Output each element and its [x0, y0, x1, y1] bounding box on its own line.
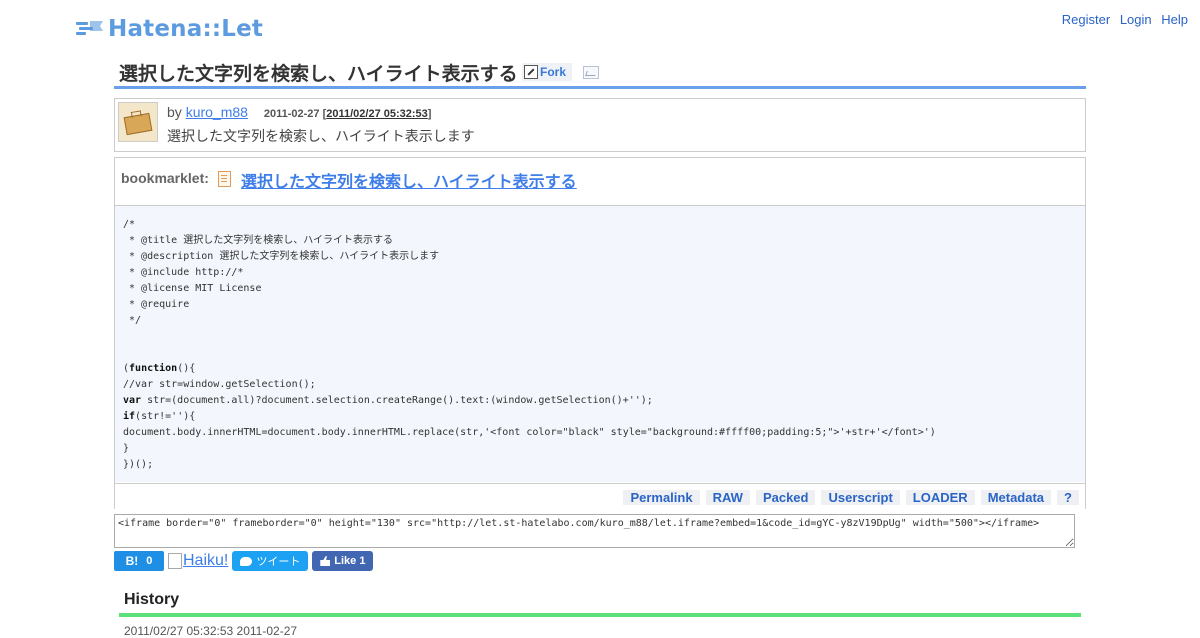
fork-button[interactable]: Fork: [522, 63, 573, 81]
post-date-text: 2011-02-27: [263, 108, 320, 120]
hatena-bookmark-count: 0: [146, 555, 153, 567]
loader-button[interactable]: LOADER: [905, 490, 975, 505]
bag-icon: [123, 112, 153, 136]
bookmarklet-label: bookmarklet:: [121, 170, 209, 186]
avatar[interactable]: [118, 102, 158, 142]
raw-button[interactable]: RAW: [705, 490, 750, 505]
hatena-bookmark-button[interactable]: B! 0: [114, 551, 164, 571]
tweet-label: ツイート: [256, 556, 301, 568]
userscript-button[interactable]: Userscript: [821, 490, 900, 505]
bookmarklet-box: bookmarklet: 選択した文字列を検索し、ハイライト表示する /* * …: [114, 157, 1086, 509]
author-link[interactable]: kuro_m88: [186, 104, 248, 120]
hatena-logo-icon: [76, 21, 103, 35]
bookmarklet-header: bookmarklet: 選択した文字列を検索し、ハイライト表示する: [115, 158, 1085, 206]
register-link[interactable]: Register: [1062, 12, 1110, 27]
login-link[interactable]: Login: [1120, 12, 1152, 27]
pencil-icon: [524, 65, 538, 79]
author-box: by kuro_m88 2011-02-27 [2011/02/27 05:32…: [114, 98, 1086, 152]
social-buttons: B! 0 Haiku! ツイート Like 1: [114, 551, 374, 571]
history-entry[interactable]: 2011/02/27 05:32:53 2011-02-27: [124, 624, 297, 638]
title-bar: 選択した文字列を検索し、ハイライト表示する Fork: [114, 58, 1086, 89]
twitter-bird-icon: [240, 556, 253, 566]
code-text: /* * @title 選択した文字列を検索し、ハイライト表示する * @des…: [123, 219, 936, 470]
metadata-button[interactable]: Metadata: [980, 490, 1052, 505]
timestamp-link[interactable]: 2011/02/27 05:32:53: [326, 108, 428, 120]
permalink-button[interactable]: Permalink: [623, 490, 700, 505]
page-title: 選択した文字列を検索し、ハイライト表示する: [119, 64, 518, 85]
bookmarklet-file-icon: [218, 171, 231, 187]
hatena-bookmark-label: B!: [125, 554, 139, 568]
hatena-let-logo[interactable]: Hatena::Let: [76, 14, 263, 44]
thumbs-up-icon: [320, 556, 331, 566]
history-heading: History: [124, 591, 180, 608]
history-section: History: [119, 589, 1081, 617]
tweet-button[interactable]: ツイート: [232, 551, 309, 571]
author-line: by kuro_m88 2011-02-27 [2011/02/27 05:32…: [167, 104, 431, 120]
haiku-alt-text: Haiku!: [183, 552, 229, 569]
post-date: 2011-02-27 [2011/02/27 05:32:53]: [263, 108, 432, 120]
haiku-button[interactable]: Haiku!: [168, 552, 228, 570]
facebook-like-button[interactable]: Like 1: [312, 551, 374, 571]
help-link[interactable]: Help: [1161, 12, 1188, 27]
like-label: Like 1: [334, 555, 366, 567]
description: 選択した文字列を検索し、ハイライト表示します: [167, 128, 475, 144]
broken-image-icon: [168, 553, 182, 569]
image-icon[interactable]: [583, 66, 599, 79]
fork-label: Fork: [540, 65, 567, 79]
packed-button[interactable]: Packed: [755, 490, 816, 505]
logo-text: Hatena::Let: [108, 16, 264, 42]
help-button[interactable]: ?: [1057, 490, 1079, 505]
bookmarklet-actions: Permalink RAW Packed Userscript LOADER M…: [115, 483, 1085, 509]
by-label: by: [167, 104, 182, 120]
code-block: /* * @title 選択した文字列を検索し、ハイライト表示する * @des…: [115, 206, 1085, 482]
top-nav: Register Login Help: [1056, 12, 1188, 27]
embed-code-textarea[interactable]: <iframe border="0" frameborder="0" heigh…: [114, 514, 1075, 548]
bookmarklet-link[interactable]: 選択した文字列を検索し、ハイライト表示する: [241, 168, 577, 192]
